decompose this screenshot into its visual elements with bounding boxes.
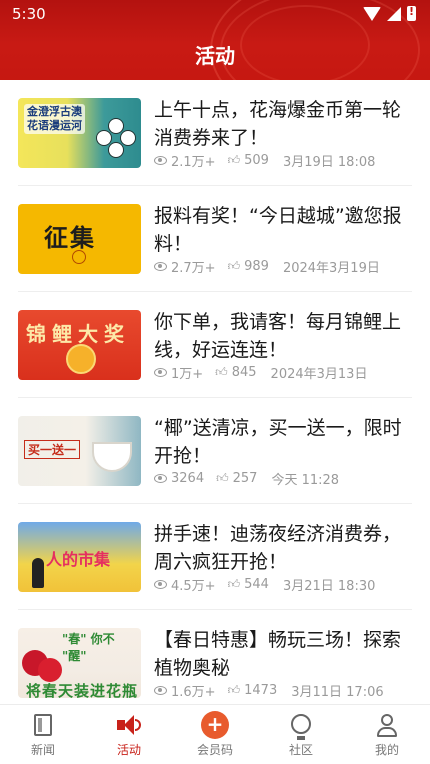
app-header: 5:30 活动 (0, 0, 430, 80)
nav-item-profile[interactable]: 我的 (344, 705, 430, 764)
thumbnail-top-text: "春" 你不 "醒" (62, 632, 115, 663)
nav-item-news[interactable]: 新闻 (0, 705, 86, 764)
article-thumbnail[interactable]: 锦鲤大奖 (18, 310, 141, 380)
thumbnail-text: 买一送一 (24, 440, 81, 459)
thumbnail-text: 金澄浮古澳 花语漫运河 (24, 104, 85, 134)
article-thumbnail[interactable]: "春" 你不 "醒" 将春天装进花瓶 (18, 628, 141, 698)
publish-date: 今天 11:28 (271, 473, 340, 488)
wifi-icon (363, 6, 381, 21)
battery-alert-icon (407, 5, 416, 21)
eye-icon (154, 156, 167, 165)
thumbs-up-icon[interactable]: 👍︎ (228, 259, 241, 274)
koi-coin-icon (66, 344, 96, 374)
view-count: 1万+ (171, 367, 204, 382)
status-icons (363, 5, 416, 21)
status-bar: 5:30 (0, 0, 430, 30)
nav-label: 新闻 (30, 743, 55, 757)
article-title[interactable]: 你下单，我请客！每月锦鲤上线，好运连连！ (154, 308, 412, 364)
list-item[interactable]: "春" 你不 "醒" 将春天装进花瓶 【春日特惠】畅玩三场！探索植物奥秘 1.6… (18, 610, 412, 716)
cherry-illustration (38, 658, 62, 682)
nav-label: 社区 (288, 743, 313, 757)
article-thumbnail[interactable]: 征集 (18, 204, 141, 274)
view-count: 2.7万+ (171, 261, 216, 276)
person-illustration (32, 558, 44, 588)
newspaper-icon (34, 714, 52, 736)
eye-icon (154, 368, 167, 377)
publish-date: 3月21日 18:30 (282, 579, 376, 594)
lightbulb-icon (291, 714, 311, 740)
status-time: 5:30 (12, 5, 46, 23)
eye-icon (154, 474, 167, 483)
article-title[interactable]: 拼手速！迪荡夜经济消费券，周六疯狂开抢！ (154, 520, 412, 576)
like-count: 845 (231, 365, 257, 380)
thumbnail-text: 人的市集 (46, 550, 111, 569)
like-count: 509 (244, 153, 269, 168)
article-title[interactable]: 报料有奖！“今日越城”邀您报料！ (154, 202, 412, 258)
list-item[interactable]: 锦鲤大奖 你下单，我请客！每月锦鲤上线，好运连连！ 1万+ 👍︎ 845 202… (18, 292, 412, 398)
article-meta: 1万+ 👍︎ 845 2024年3月13日 (154, 363, 367, 382)
eye-icon (154, 580, 167, 589)
like-count: 544 (244, 577, 269, 592)
thumbs-up-icon[interactable]: 👍︎ (228, 153, 241, 168)
eye-icon (154, 686, 167, 695)
article-thumbnail[interactable]: 人的市集 (18, 522, 141, 592)
plus-circle-icon: + (201, 711, 229, 739)
speaker-icon (117, 714, 141, 736)
article-meta: 2.7万+ 👍︎ 989 2024年3月19日 (154, 257, 380, 276)
article-meta: 2.1万+ 👍︎ 509 3月19日 18:08 (154, 151, 375, 170)
signal-icon (387, 6, 401, 21)
list-item[interactable]: 人的市集 拼手速！迪荡夜经济消费券，周六疯狂开抢！ 4.5万+ 👍︎ 544 3… (18, 504, 412, 610)
thumbs-up-icon[interactable]: 👍︎ (216, 471, 229, 486)
nav-item-activity[interactable]: 活动 (86, 705, 172, 764)
coconut-bowl-illustration (92, 442, 132, 472)
article-meta: 3264 👍︎ 257 今天 11:28 (154, 469, 339, 488)
publish-date: 2024年3月19日 (282, 261, 380, 276)
article-thumbnail[interactable]: 金澄浮古澳 花语漫运河 (18, 98, 141, 168)
article-title[interactable]: 【春日特惠】畅玩三场！探索植物奥秘 (154, 626, 412, 682)
nav-label: 活动 (116, 743, 141, 757)
eye-icon (154, 262, 167, 271)
publish-date: 2024年3月13日 (270, 367, 368, 382)
thumbnail-text: 将春天装进花瓶 (26, 682, 139, 698)
thumbnail-text: 征集 (44, 224, 96, 252)
flower-illustration (96, 118, 136, 158)
view-count: 3264 (171, 471, 205, 486)
thumbnail-text: 锦鲤大奖 (26, 322, 130, 346)
page-title: 活动 (195, 44, 235, 68)
nav-label: 会员码 (196, 743, 233, 757)
user-icon (376, 714, 398, 738)
thumbs-up-icon[interactable]: 👍︎ (228, 683, 241, 698)
article-meta: 4.5万+ 👍︎ 544 3月21日 18:30 (154, 575, 375, 594)
list-item[interactable]: 征集 报料有奖！“今日越城”邀您报料！ 2.7万+ 👍︎ 989 2024年3月… (18, 186, 412, 292)
list-item[interactable]: 买一送一 “椰”送清凉，买一送一，限时开抢！ 3264 👍︎ 257 今天 11… (18, 398, 412, 504)
view-count: 2.1万+ (171, 155, 216, 170)
list-item[interactable]: 金澄浮古澳 花语漫运河 上午十点，花海爆金币第一轮消费券来了！ 2.1万+ 👍︎… (18, 80, 412, 186)
seal-icon (72, 250, 86, 264)
article-thumbnail[interactable]: 买一送一 (18, 416, 141, 486)
publish-date: 3月11日 17:06 (291, 685, 384, 700)
thumbs-up-icon[interactable]: 👍︎ (228, 577, 241, 592)
article-meta: 1.6万+ 👍︎ 1473 3月11日 17:06 (154, 681, 384, 700)
article-list[interactable]: 金澄浮古澳 花语漫运河 上午十点，花海爆金币第一轮消费券来了！ 2.1万+ 👍︎… (0, 80, 430, 716)
publish-date: 3月19日 18:08 (282, 155, 376, 170)
view-count: 4.5万+ (171, 579, 216, 594)
nav-item-member-code[interactable]: + 会员码 (172, 705, 258, 764)
thumbs-up-icon[interactable]: 👍︎ (215, 365, 228, 380)
article-title[interactable]: “椰”送清凉，买一送一，限时开抢！ (154, 414, 412, 470)
bottom-navigation: 新闻 活动 + 会员码 社区 我的 (0, 704, 430, 764)
like-count: 989 (244, 259, 269, 274)
article-title[interactable]: 上午十点，花海爆金币第一轮消费券来了！ (154, 96, 412, 152)
like-count: 257 (232, 471, 258, 486)
like-count: 1473 (244, 683, 278, 698)
activity-screen: 5:30 活动 金澄浮古澳 花语漫运河 上午十点，花海爆金币第一轮消费券来了！ (0, 0, 430, 764)
view-count: 1.6万+ (171, 685, 216, 700)
nav-label: 我的 (374, 743, 399, 757)
nav-item-community[interactable]: 社区 (258, 705, 344, 764)
